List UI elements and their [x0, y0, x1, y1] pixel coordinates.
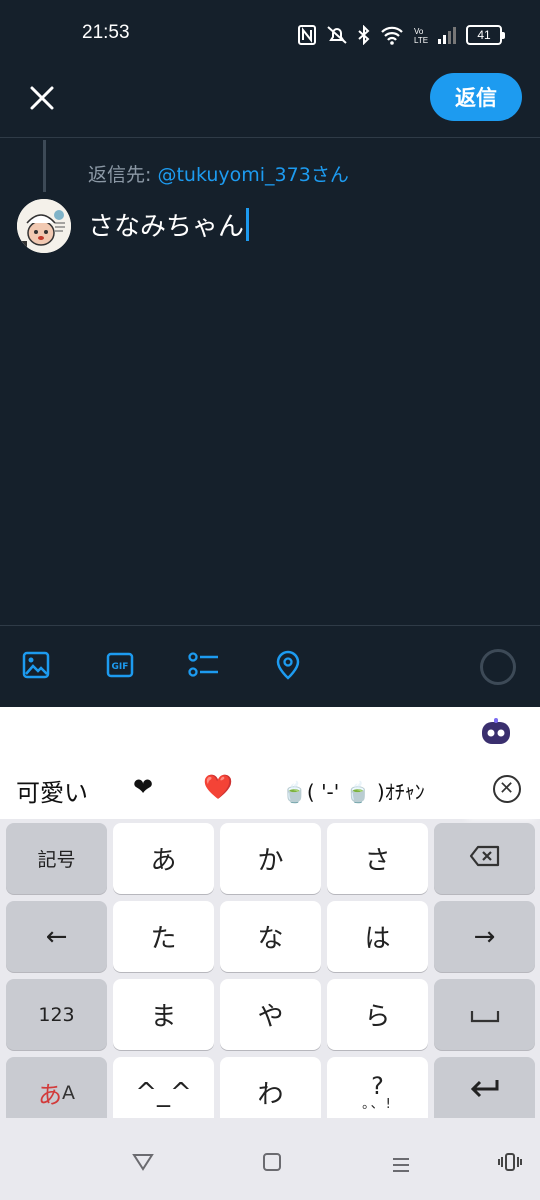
navigation-bar	[0, 1118, 540, 1200]
poll-icon	[188, 651, 220, 683]
text-cursor	[246, 208, 250, 241]
poll-button[interactable]	[184, 647, 224, 687]
enter-icon	[469, 1077, 501, 1108]
battery-icon: 41	[466, 25, 505, 45]
key-sa[interactable]: さ	[327, 823, 428, 894]
keyboard-top-strip	[0, 707, 540, 759]
svg-text:GIF: GIF	[112, 662, 129, 672]
image-button[interactable]	[16, 647, 56, 687]
suggestion-item[interactable]: 可愛い	[16, 773, 88, 808]
key-space[interactable]	[434, 979, 535, 1050]
compose-toolbar: GIF	[0, 625, 540, 707]
mute-icon	[326, 25, 348, 45]
key-ya[interactable]: や	[220, 979, 321, 1050]
avatar	[17, 199, 71, 253]
ai-assistant-icon[interactable]	[480, 717, 512, 749]
status-time: 21:53	[82, 22, 130, 43]
key-backspace[interactable]	[434, 823, 535, 894]
tweet-text: さなみちゃん	[88, 212, 245, 242]
key-a[interactable]: あ	[113, 823, 214, 894]
gif-icon: GIF	[106, 651, 134, 683]
key-symbols[interactable]: 記号	[6, 823, 107, 894]
mode-hiragana-label: あ	[38, 1081, 62, 1109]
image-icon	[22, 651, 50, 683]
svg-text:Vo: Vo	[414, 27, 424, 36]
tweet-input[interactable]: さなみちゃん	[88, 206, 250, 243]
svg-text:LTE: LTE	[414, 36, 428, 45]
nfc-icon	[298, 25, 316, 45]
bluetooth-icon	[358, 25, 370, 45]
suggestion-item[interactable]: ❤️	[203, 773, 233, 801]
status-bar: 21:53 Vo LTE 41	[0, 0, 540, 70]
reply-to-label[interactable]: 返信先: @tukuyomi_373さん	[88, 160, 349, 187]
status-icons: Vo LTE 41	[298, 22, 505, 48]
close-circle-icon: ✕	[492, 775, 521, 803]
thread-line	[43, 140, 46, 192]
close-icon	[29, 85, 55, 115]
key-ra[interactable]: ら	[327, 979, 428, 1050]
key-ma[interactable]: ま	[113, 979, 214, 1050]
key-right-arrow[interactable]: →	[434, 901, 535, 972]
volte-icon: Vo LTE	[414, 25, 428, 45]
gif-button[interactable]: GIF	[100, 647, 140, 687]
back-nav-icon[interactable]	[132, 1152, 154, 1177]
signal-icon	[438, 26, 456, 44]
reply-to-handle[interactable]: @tukuyomi_373さん	[157, 164, 348, 186]
reply-button[interactable]: 返信	[430, 73, 522, 121]
key-ha[interactable]: は	[327, 901, 428, 972]
character-count-ring	[480, 649, 516, 685]
suggestion-item[interactable]: ❤	[133, 773, 153, 801]
close-suggestions-button[interactable]: ✕	[473, 759, 540, 819]
location-button[interactable]	[268, 647, 308, 687]
punct-top-label: ?	[371, 1072, 384, 1100]
key-ta[interactable]: た	[113, 901, 214, 972]
wifi-icon	[380, 25, 404, 45]
compose-header: 返信	[0, 70, 540, 138]
key-na[interactable]: な	[220, 901, 321, 972]
vibrate-icon[interactable]	[498, 1152, 522, 1178]
key-ka[interactable]: か	[220, 823, 321, 894]
suggestion-item[interactable]: 🍵( '-' 🍵 )ｵﾁｬﾝ	[282, 776, 425, 805]
close-button[interactable]	[22, 80, 62, 120]
space-icon	[470, 1000, 500, 1030]
backspace-icon	[469, 844, 501, 874]
key-numbers[interactable]: 123	[6, 979, 107, 1050]
recents-nav-icon[interactable]	[391, 1154, 411, 1179]
home-nav-icon[interactable]	[262, 1152, 282, 1178]
location-icon	[275, 650, 301, 684]
key-left-arrow[interactable]: ←	[6, 901, 107, 972]
suggestion-bar: 可愛い ❤ ❤️ 🍵( '-' 🍵 )ｵﾁｬﾝ ✕	[0, 759, 540, 819]
mode-latin-label: A	[62, 1081, 75, 1104]
punct-bottom-label: 。、!	[362, 1097, 393, 1112]
reply-to-prefix: 返信先:	[88, 164, 158, 186]
